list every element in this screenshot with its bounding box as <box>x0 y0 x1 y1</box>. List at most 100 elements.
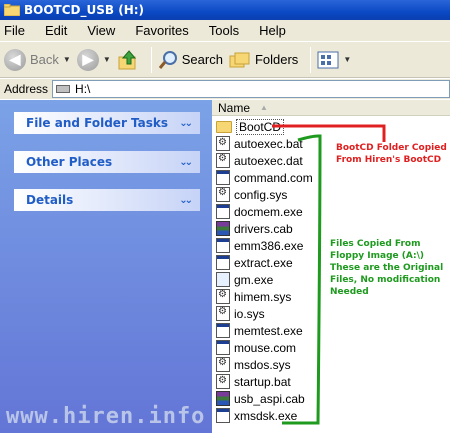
views-icon <box>317 51 339 68</box>
menu-bar: File Edit View Favorites Tools Help <box>0 20 450 42</box>
folders-label: Folders <box>254 52 299 67</box>
list-item[interactable]: emm386.exe <box>216 237 303 254</box>
file-name: gm.exe <box>234 272 274 287</box>
search-button[interactable]: Search <box>158 50 223 70</box>
file-name: drivers.cab <box>234 221 293 236</box>
list-item[interactable]: io.sys <box>216 305 265 322</box>
batch-file-icon <box>216 374 230 389</box>
back-button[interactable]: ◀ Back ▼ <box>4 48 71 71</box>
system-file-icon <box>216 306 230 321</box>
task-label: File and Folder Tasks <box>26 116 169 130</box>
annotation-floppy-files: Files Copied From Floppy Image (A:\) The… <box>330 239 444 297</box>
toolbar: ◀ Back ▼ ▶ ▼ Search Folders ▼ <box>0 42 450 78</box>
toolbar-separator <box>310 46 312 73</box>
list-item[interactable]: drivers.cab <box>216 220 293 237</box>
application-icon <box>216 408 230 423</box>
application-icon <box>216 323 230 338</box>
file-name: emm386.exe <box>234 238 304 253</box>
list-item[interactable]: xmsdsk.exe <box>216 407 297 424</box>
application-icon <box>216 238 230 253</box>
folder-up-icon <box>118 49 136 69</box>
system-file-icon <box>216 187 230 202</box>
list-item[interactable]: docmem.exe <box>216 203 303 220</box>
cabinet-file-icon <box>216 221 230 236</box>
task-label: Details <box>26 193 74 207</box>
file-name: docmem.exe <box>234 204 303 219</box>
task-label: Other Places <box>26 155 113 169</box>
task-file-folder-tasks[interactable]: File and Folder Tasks ⌄⌄ <box>14 112 200 134</box>
menu-help[interactable]: Help <box>259 23 286 38</box>
menu-file[interactable]: File <box>4 23 25 38</box>
menu-tools[interactable]: Tools <box>209 23 239 38</box>
task-other-places[interactable]: Other Places ⌄⌄ <box>14 151 200 173</box>
watermark: www.hiren.info <box>6 404 206 429</box>
list-item[interactable]: himem.sys <box>216 288 291 305</box>
file-name: command.com <box>234 170 313 185</box>
list-item[interactable]: memtest.exe <box>216 322 303 339</box>
search-label: Search <box>181 52 223 67</box>
chevron-double-down-icon[interactable]: ⌄⌄ <box>179 118 193 129</box>
file-name: xmsdsk.exe <box>234 408 298 423</box>
application-icon <box>216 204 230 219</box>
list-item[interactable]: extract.exe <box>216 254 293 271</box>
file-name: BootCD <box>236 118 285 135</box>
annotation-bootcd: BootCD Folder Copied From Hiren's BootCD <box>336 143 447 165</box>
search-icon <box>158 50 177 69</box>
folder-icon <box>216 120 232 133</box>
forward-button[interactable]: ▶ ▼ <box>76 48 111 71</box>
back-arrow-icon: ◀ <box>4 48 26 71</box>
file-name: io.sys <box>234 306 265 321</box>
folder-icon <box>4 4 20 16</box>
application-icon <box>216 255 230 270</box>
chevron-double-down-icon[interactable]: ⌄⌄ <box>179 157 193 168</box>
menu-view[interactable]: View <box>87 23 115 38</box>
file-name: extract.exe <box>234 255 293 270</box>
chevron-down-icon: ▼ <box>62 55 71 64</box>
folders-icon <box>229 52 250 67</box>
address-label: Address <box>4 82 49 96</box>
list-item[interactable]: config.sys <box>216 186 287 203</box>
folders-button[interactable]: Folders <box>229 50 298 70</box>
list-item[interactable]: autoexec.dat <box>216 152 303 169</box>
sort-up-icon: ▲ <box>260 103 268 112</box>
list-item[interactable]: usb_aspi.cab <box>216 390 305 407</box>
batch-file-icon <box>216 136 230 151</box>
chevron-down-icon: ▼ <box>343 55 352 64</box>
toolbar-separator <box>150 46 152 73</box>
chevron-double-down-icon[interactable]: ⌄⌄ <box>179 195 193 206</box>
list-item[interactable]: startup.bat <box>216 373 291 390</box>
cabinet-file-icon <box>216 391 230 406</box>
list-item[interactable]: gm.exe <box>216 271 273 288</box>
list-item[interactable]: autoexec.bat <box>216 135 303 152</box>
chevron-down-icon: ▼ <box>102 55 111 64</box>
file-name: himem.sys <box>234 289 292 304</box>
task-details[interactable]: Details ⌄⌄ <box>14 189 200 211</box>
menu-edit[interactable]: Edit <box>45 23 67 38</box>
menu-favorites[interactable]: Favorites <box>135 23 188 38</box>
file-name: autoexec.dat <box>234 153 303 168</box>
list-item[interactable]: mouse.com <box>216 339 296 356</box>
title-bar: BOOTCD_USB (H:) <box>0 0 450 20</box>
file-name: startup.bat <box>234 374 291 389</box>
application-icon <box>216 170 230 185</box>
list-item[interactable]: BootCD <box>216 118 285 135</box>
list-item[interactable]: command.com <box>216 169 313 186</box>
list-item[interactable]: msdos.sys <box>216 356 291 373</box>
file-name: msdos.sys <box>234 357 291 372</box>
file-name: mouse.com <box>234 340 297 355</box>
drive-icon <box>56 85 71 93</box>
forward-arrow-icon: ▶ <box>76 48 99 71</box>
views-button[interactable]: ▼ <box>317 51 351 69</box>
column-header-name[interactable]: Name ▲ <box>212 100 450 116</box>
up-button[interactable] <box>117 49 139 71</box>
file-name: memtest.exe <box>234 323 303 338</box>
file-name: autoexec.bat <box>234 136 303 151</box>
file-name: usb_aspi.cab <box>234 391 305 406</box>
address-value: H:\ <box>75 82 91 96</box>
address-input[interactable]: H:\ <box>52 80 450 98</box>
column-label: Name <box>218 100 251 115</box>
application-icon <box>216 340 230 355</box>
back-label: Back <box>30 52 59 67</box>
file-name: config.sys <box>234 187 288 202</box>
application-icon <box>216 272 230 287</box>
